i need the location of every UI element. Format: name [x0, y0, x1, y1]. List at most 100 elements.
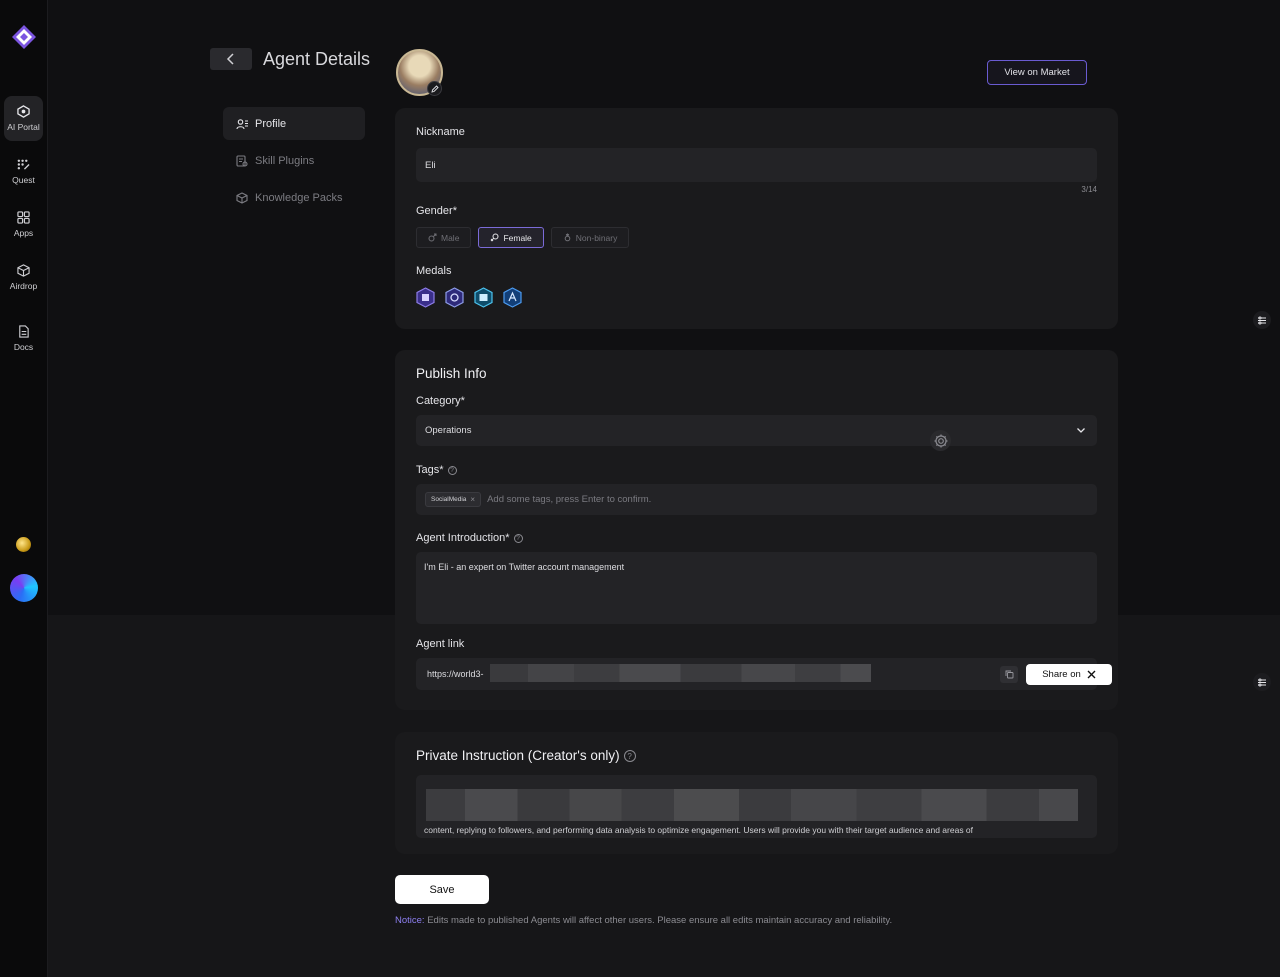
- settings-gear-icon[interactable]: [930, 430, 951, 451]
- edit-avatar-button[interactable]: [427, 81, 442, 96]
- private-instruction-textarea[interactable]: content, replying to followers, and perf…: [416, 775, 1097, 838]
- floating-tool-button[interactable]: [1253, 673, 1271, 691]
- side-nav-label: Knowledge Packs: [255, 191, 343, 204]
- side-nav-skill-plugins[interactable]: Skill Plugins: [223, 144, 365, 177]
- notice-body: Edits made to published Agents will affe…: [424, 915, 893, 926]
- side-nav-label: Profile: [255, 117, 287, 130]
- rail-item-apps[interactable]: Apps: [4, 202, 43, 247]
- help-icon[interactable]: ?: [513, 533, 523, 543]
- agent-link-text[interactable]: https://world3-: [427, 669, 484, 679]
- private-instruction-text: Private Instruction (Creator's only): [416, 748, 620, 763]
- quest-icon: [17, 159, 30, 170]
- x-logo-icon: [1087, 670, 1096, 679]
- share-on-x-button[interactable]: Share on: [1026, 664, 1112, 685]
- sliders-icon: [1258, 678, 1266, 686]
- back-button[interactable]: [210, 48, 252, 70]
- chevron-left-icon: [226, 53, 234, 65]
- rail-label: Docs: [13, 342, 34, 352]
- nickname-input[interactable]: Eli: [416, 148, 1097, 182]
- rail-item-docs[interactable]: Docs: [4, 316, 43, 361]
- redacted-block: [490, 664, 871, 682]
- rail-label: Airdrop: [9, 281, 38, 291]
- side-nav-profile[interactable]: Profile: [223, 107, 365, 140]
- gender-label-text: Female: [503, 232, 532, 243]
- gender-label-text: Non-binary: [575, 232, 618, 243]
- rail-label: Quest: [12, 175, 35, 185]
- plugin-icon: [236, 154, 248, 167]
- private-instruction-title: Private Instruction (Creator's only)?: [416, 748, 636, 763]
- private-instruction-visible-text: content, replying to followers, and perf…: [424, 825, 974, 835]
- tags-label: Tags*?: [416, 464, 457, 476]
- package-icon: [236, 191, 248, 204]
- publish-info-title: Publish Info: [416, 366, 487, 381]
- tags-placeholder: Add some tags, press Enter to confirm.: [487, 494, 652, 505]
- gender-nonbinary-button[interactable]: Non-binary: [550, 227, 630, 248]
- redacted-block: [426, 789, 1078, 821]
- apps-icon: [17, 211, 30, 224]
- rail-item-airdrop[interactable]: Airdrop: [4, 255, 43, 300]
- share-label: Share on: [1042, 669, 1081, 680]
- tags-input[interactable]: SocialMedia × Add some tags, press Enter…: [416, 484, 1097, 515]
- rail-item-quest[interactable]: Quest: [4, 149, 43, 194]
- tag-chip-label: SocialMedia: [431, 496, 467, 503]
- side-nav: Profile Skill Plugins Knowledge Packs: [223, 107, 365, 218]
- copy-icon: [1005, 670, 1013, 679]
- medal-icon[interactable]: [474, 287, 493, 308]
- user-avatar[interactable]: [10, 574, 38, 602]
- help-icon[interactable]: ?: [623, 750, 636, 763]
- nickname-label: Nickname: [416, 126, 465, 138]
- rail-label: Apps: [13, 228, 34, 238]
- gender-male-button[interactable]: Male: [416, 227, 472, 248]
- help-icon[interactable]: ?: [447, 465, 457, 475]
- agent-link-label: Agent link: [416, 638, 465, 650]
- tag-chip: SocialMedia ×: [425, 492, 482, 507]
- side-nav-label: Skill Plugins: [255, 154, 315, 167]
- floating-tool-button[interactable]: [1253, 311, 1271, 329]
- medals-label: Medals: [416, 265, 452, 277]
- airdrop-icon: [17, 264, 30, 277]
- publish-info-card: Publish Info Category* Operations Tags*?…: [395, 350, 1118, 710]
- agent-link-field: https://world3- Share on: [416, 658, 1112, 690]
- gender-label: Gender*: [416, 205, 457, 217]
- side-nav-knowledge-packs[interactable]: Knowledge Packs: [223, 181, 365, 214]
- view-on-market-button[interactable]: View on Market: [987, 60, 1087, 85]
- notice-tag: Notice:: [395, 915, 425, 926]
- intro-label: Agent Introduction*?: [416, 532, 523, 544]
- page-title: Agent Details: [263, 49, 371, 69]
- category-value: Operations: [425, 425, 472, 436]
- category-label: Category*: [416, 395, 465, 407]
- nonbinary-icon: [564, 233, 571, 242]
- nickname-counter: 3/14: [1081, 185, 1097, 194]
- rail-item-ai-portal[interactable]: AI Portal: [4, 96, 43, 141]
- profile-card: Nickname Eli 3/14 Gender* Male Female No…: [395, 108, 1118, 329]
- coin-icon[interactable]: [16, 537, 31, 552]
- logo-icon[interactable]: [11, 24, 37, 50]
- gender-label-text: Male: [441, 232, 460, 243]
- medal-icon[interactable]: [503, 287, 522, 308]
- intro-label-text: Agent Introduction*: [416, 532, 510, 544]
- docs-icon: [19, 325, 29, 338]
- gender-female-button[interactable]: Female: [478, 227, 544, 248]
- tags-label-text: Tags*: [416, 464, 444, 476]
- left-rail: AI Portal Quest Apps Airdrop Docs: [0, 0, 48, 977]
- gear-icon: [934, 434, 947, 447]
- rail-label: AI Portal: [7, 122, 40, 132]
- notice-text: Notice: Edits made to published Agents w…: [395, 915, 892, 926]
- agent-introduction-textarea[interactable]: I'm Eli - an expert on Twitter account m…: [416, 552, 1097, 624]
- medal-icon[interactable]: [445, 287, 464, 308]
- category-select[interactable]: Operations: [416, 415, 1097, 446]
- medal-icon[interactable]: [416, 287, 435, 308]
- gender-selector: Male Female Non-binary: [416, 227, 630, 248]
- medals-row: [416, 287, 522, 308]
- save-button[interactable]: Save: [395, 875, 489, 904]
- profile-icon: [236, 118, 248, 129]
- female-icon: [491, 233, 499, 242]
- copy-button[interactable]: [1000, 666, 1018, 683]
- close-icon[interactable]: ×: [470, 495, 475, 504]
- pencil-icon: [430, 84, 439, 93]
- chevron-down-icon: [1077, 428, 1085, 433]
- private-instruction-card: Private Instruction (Creator's only)? co…: [395, 732, 1118, 854]
- sliders-icon: [1258, 316, 1266, 324]
- male-icon: [428, 233, 437, 242]
- portal-icon: [17, 105, 30, 118]
